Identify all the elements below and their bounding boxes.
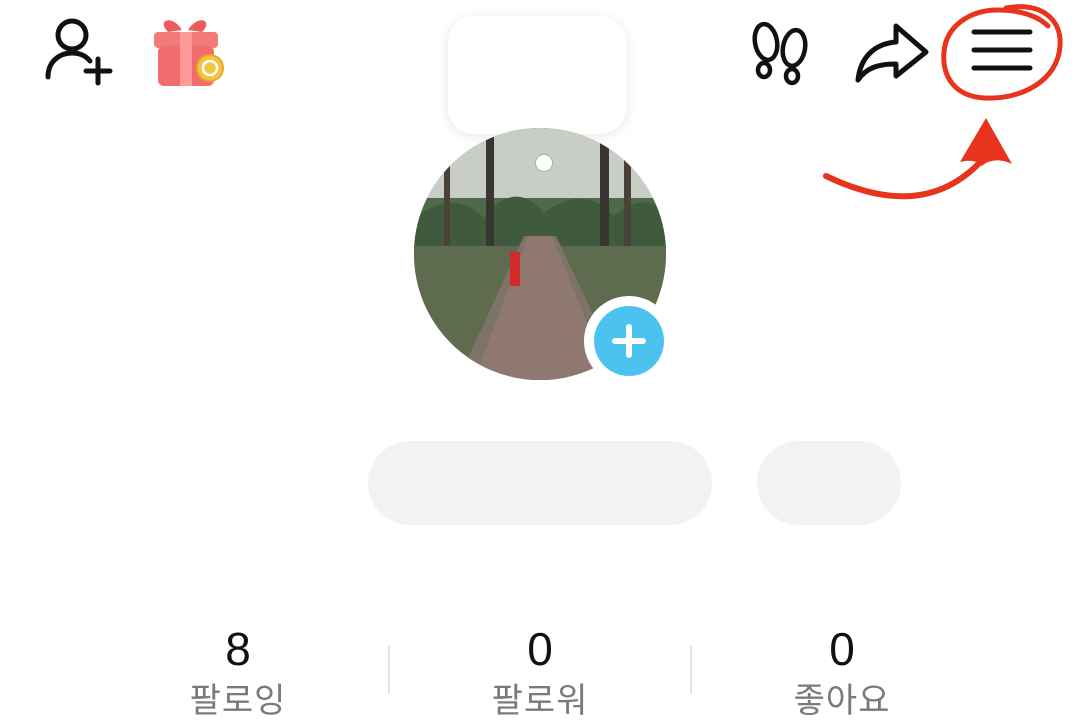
nickname-pill[interactable]	[368, 441, 712, 525]
stat-following-label: 팔로잉	[189, 681, 287, 721]
stat-following-count: 8	[225, 623, 251, 675]
stat-likes[interactable]: 0 좋아요	[722, 620, 962, 724]
stat-divider	[690, 646, 692, 694]
share-button[interactable]	[850, 10, 934, 94]
stat-likes-label: 좋아요	[793, 681, 891, 721]
extra-pill-button[interactable]	[757, 441, 901, 525]
plus-icon	[594, 306, 664, 376]
gift-button[interactable]	[146, 8, 230, 92]
stat-followers[interactable]: 0 팔로워	[420, 620, 660, 724]
add-person-icon	[45, 18, 113, 86]
annotation-circle	[941, 4, 1063, 101]
status-dot	[536, 155, 552, 171]
stat-following[interactable]: 8 팔로잉	[118, 620, 358, 724]
stat-divider	[388, 646, 390, 694]
add-friend-button[interactable]	[36, 8, 120, 92]
annotation-arrow	[823, 118, 1012, 200]
stat-followers-label: 팔로워	[491, 681, 589, 721]
share-arrow-icon	[855, 23, 929, 83]
status-bubble-text	[448, 16, 626, 134]
gift-icon	[154, 20, 224, 86]
stat-followers-count: 0	[527, 623, 553, 675]
footprints-button[interactable]	[740, 10, 822, 92]
footprints-icon	[752, 21, 808, 86]
stat-likes-count: 0	[829, 623, 855, 675]
avatar-add-button[interactable]	[584, 296, 674, 386]
